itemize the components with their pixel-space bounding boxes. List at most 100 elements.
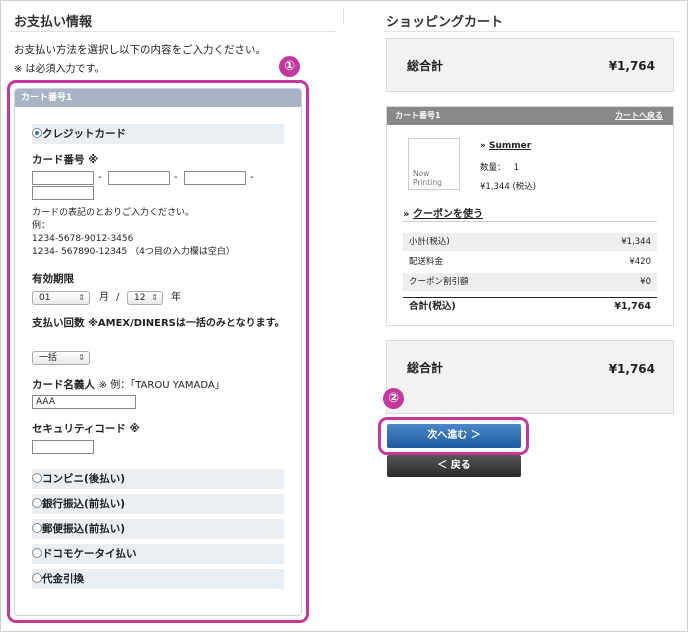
expiry-month-value: 01 — [39, 293, 51, 303]
cart-header-label: カート番号1 — [395, 111, 441, 120]
quantity-value: 1 — [513, 163, 520, 173]
back-button[interactable]: ＜ 戻る — [387, 455, 521, 477]
installment-value: 一括 — [39, 353, 58, 363]
payment-title-rule — [10, 31, 335, 32]
cart-detail: カート番号1 カートへ戻る Now Printing » Summer 数量： … — [386, 106, 674, 326]
method-radio[interactable] — [32, 548, 42, 558]
cart-header: カート番号1 カートへ戻る — [387, 107, 673, 125]
credit-card-label: クレジットカード — [42, 128, 126, 140]
method-radio[interactable] — [32, 573, 42, 583]
expiry-year-select[interactable]: 12 ⇕ — [127, 291, 163, 305]
method-bank[interactable]: 銀行振込(前払い) — [32, 494, 284, 514]
row-value: ¥420 — [629, 257, 651, 267]
shipping-row: 配送料金 ¥420 — [403, 253, 657, 271]
select-arrow-icon: ⇕ — [151, 293, 158, 302]
method-cod[interactable]: 代金引換 — [32, 569, 284, 589]
payment-intro: お支払い方法を選択し以下の内容をご入力ください。 — [14, 44, 266, 56]
total-summary-top: 総合計 ¥1,764 — [386, 38, 674, 92]
arrow-icon: » — [480, 141, 486, 151]
security-code-input[interactable] — [32, 440, 94, 454]
method-label: 銀行振込(前払い) — [42, 498, 126, 510]
card-number-dash-3: - — [250, 172, 254, 183]
row-label: 配送料金 — [409, 257, 444, 267]
card-number-field-1[interactable] — [32, 171, 94, 185]
method-label: コンビニ(後払い) — [42, 473, 126, 485]
installment-select[interactable]: 一括 ⇕ — [32, 351, 90, 365]
callout-2: ② — [383, 388, 404, 409]
cardholder-label-row: カード名義人 ※ 例：「TAROU YAMADA」 — [32, 376, 225, 392]
card-number-label: カード番号 ※ — [32, 154, 99, 166]
cart-title-rule — [384, 31, 680, 32]
coupon-row: » クーポンを使う — [403, 205, 657, 222]
expiry-month-unit: 月 — [99, 292, 109, 303]
row-label: 小計(税込) — [409, 237, 450, 247]
quantity-label: 数量： — [480, 163, 506, 173]
item-name-link[interactable]: Summer — [489, 141, 531, 151]
credit-card-option[interactable]: クレジットカード — [32, 124, 284, 144]
cardholder-value: AAA — [36, 397, 55, 407]
method-label: 郵便振込(前払い) — [42, 523, 126, 535]
select-arrow-icon: ⇕ — [78, 353, 85, 362]
cardholder-label: カード名義人 — [32, 379, 95, 391]
expiry-month-select[interactable]: 01 ⇕ — [32, 291, 90, 305]
cardholder-example: ※ 例：「TAROU YAMADA」 — [98, 380, 225, 391]
required-note: ※ は必須入力です。 — [14, 64, 105, 75]
cart-tab: カート番号1 — [15, 89, 301, 107]
back-to-cart-link[interactable]: カートへ戻る — [615, 107, 663, 125]
installment-note: ※AMEX/DINERSは一括のみとなります。 — [88, 318, 285, 329]
product-thumbnail: Now Printing — [408, 138, 460, 190]
card-number-field-2[interactable] — [108, 171, 170, 185]
row-label: クーポン割引額 — [409, 277, 469, 287]
total-value: ¥1,764 — [608, 59, 655, 73]
expiry-year-unit: 年 — [171, 292, 181, 303]
cart-title: ショッピングカート — [386, 15, 504, 30]
cardholder-input[interactable]: AAA — [32, 395, 136, 409]
select-arrow-icon: ⇕ — [78, 293, 85, 302]
expiry-label: 有効期限 — [32, 273, 74, 285]
example-2: 1234- 567890-12345 （4つ目の入力欄は空白） — [32, 247, 235, 257]
total-label: 総合計 — [407, 361, 444, 375]
quantity-row: 数量： 1 — [480, 161, 519, 173]
total-summary-bottom: 総合計 ¥1,764 — [386, 340, 674, 414]
total-label: 総合計 — [407, 59, 444, 73]
installment-title: 支払い回数 — [32, 317, 85, 329]
expiry-year-value: 12 — [134, 293, 146, 303]
card-number-dash-1: - — [98, 172, 102, 183]
item-name-row: » Summer — [480, 141, 531, 151]
installment-label: 支払い回数 ※AMEX/DINERSは一括のみとなります。 — [32, 316, 290, 331]
callout-1: ① — [279, 56, 300, 77]
method-label: 代金引換 — [42, 573, 84, 585]
coupon-discount-row: クーポン割引額 ¥0 — [403, 273, 657, 291]
method-konbini[interactable]: コンビニ(後払い) — [32, 469, 284, 489]
payment-title: お支払い情報 — [14, 15, 93, 30]
grand-total-value: ¥1,764 — [614, 301, 651, 312]
method-postal[interactable]: 郵便振込(前払い) — [32, 519, 284, 539]
subtotal-row: 小計(税込) ¥1,344 — [403, 233, 657, 251]
example-label: 例： — [32, 221, 51, 231]
credit-card-radio[interactable] — [32, 128, 42, 138]
method-radio[interactable] — [32, 473, 42, 483]
item-price: ¥1,344 (税込) — [480, 182, 537, 192]
security-code-label: セキュリティコード ※ — [32, 423, 140, 435]
card-number-field-3[interactable] — [184, 171, 246, 185]
arrow-icon: » — [403, 209, 410, 220]
method-radio[interactable] — [32, 523, 42, 533]
row-value: ¥1,344 — [621, 237, 651, 247]
method-label: ドコモケータイ払い — [42, 548, 137, 560]
coupon-link[interactable]: クーポンを使う — [413, 209, 483, 220]
card-number-dash-2: - — [174, 172, 178, 183]
card-number-note: カードの表記のとおりご入力ください。 — [32, 208, 195, 218]
thumbnail-text-2: Printing — [413, 178, 442, 187]
grand-total-row: 合計(税込) ¥1,764 — [403, 297, 657, 315]
example-1: 1234-5678-9012-3456 — [32, 234, 134, 244]
method-docomo[interactable]: ドコモケータイ払い — [32, 544, 284, 564]
expiry-separator: / — [116, 292, 120, 303]
row-value: ¥0 — [640, 277, 651, 287]
next-button[interactable]: 次へ進む ＞ — [387, 424, 521, 448]
total-value: ¥1,764 — [608, 362, 655, 376]
thumbnail-text-1: Now — [413, 169, 430, 178]
card-number-field-4[interactable] — [32, 186, 94, 200]
column-divider — [343, 8, 344, 24]
method-radio[interactable] — [32, 498, 42, 508]
grand-total-label: 合計(税込) — [409, 301, 456, 312]
